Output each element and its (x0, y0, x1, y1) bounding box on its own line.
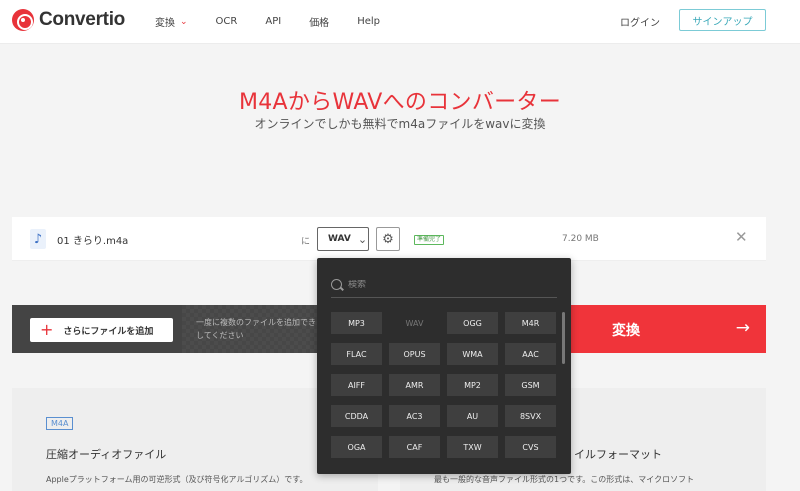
format-option-txw[interactable]: TXW (447, 436, 498, 458)
status-badge: 準備完了 (414, 235, 445, 245)
target-format-select[interactable]: WAV ⌄ (317, 227, 369, 251)
format-option-flac[interactable]: FLAC (331, 343, 382, 365)
nav-item-api[interactable]: API (265, 14, 281, 29)
format-option-aac[interactable]: AAC (505, 343, 556, 365)
nav-item-label: API (265, 16, 282, 27)
format-option-wav[interactable]: WAV (389, 312, 440, 334)
signup-button[interactable]: サインアップ (679, 9, 766, 31)
format-option-aiff[interactable]: AIFF (331, 374, 382, 396)
chevron-down-icon: ⌄ (180, 16, 188, 27)
format-option-amr[interactable]: AMR (389, 374, 440, 396)
target-format-description: 最も一般的な音声ファイル形式の1つです。この形式は、マイクロソフト (434, 475, 695, 484)
format-option-m4r[interactable]: M4R (505, 312, 556, 334)
format-option-oga[interactable]: OGA (331, 436, 382, 458)
format-search (331, 272, 557, 298)
nav-item-pricing[interactable]: 価格 (309, 14, 329, 29)
search-icon (331, 279, 342, 290)
convert-label: 変換 (612, 323, 640, 339)
format-option-mp3[interactable]: MP3 (331, 312, 382, 334)
source-format-title: 圧縮オーディオファイル (46, 448, 167, 461)
nav-item-help[interactable]: Help (357, 14, 380, 29)
format-option-8svx[interactable]: 8SVX (505, 405, 556, 427)
nav-item-ocr[interactable]: OCR (216, 14, 238, 29)
settings-button[interactable]: ⚙ (376, 227, 400, 251)
add-more-files-label: さらにファイルを追加 (63, 326, 154, 337)
nav-item-label: OCR (215, 16, 238, 27)
music-note-icon: ♪ (30, 229, 46, 249)
format-option-cvs[interactable]: CVS (505, 436, 556, 458)
file-size: 7.20 MB (562, 234, 599, 244)
add-more-files-button[interactable]: + さらにファイルを追加 (30, 318, 173, 342)
format-option-ac3[interactable]: AC3 (389, 405, 440, 427)
add-files-hint: 一度に複数のファイルを追加できます してください (196, 318, 332, 340)
top-header: Convertio 変換 ⌄ OCR API 価格 Help ログイン サインア… (0, 0, 800, 44)
logo[interactable]: Convertio (12, 9, 125, 31)
format-option-opus[interactable]: OPUS (389, 343, 440, 365)
file-name: 01 きらり.m4a (57, 236, 129, 247)
dropdown-scrollbar[interactable] (562, 312, 565, 364)
target-format-title: イルフォーマット (574, 448, 662, 461)
format-option-cdda[interactable]: CDDA (331, 405, 382, 427)
to-label: に (301, 237, 311, 247)
login-link[interactable]: ログイン (620, 14, 660, 29)
source-format-description: Appleプラットフォーム用の可逆形式（及び符号化アルゴリズム）です。 (46, 475, 308, 484)
format-option-ogg[interactable]: OGG (447, 312, 498, 334)
chevron-down-icon: ⌄ (357, 232, 368, 246)
convertio-logo-icon (12, 9, 34, 31)
convert-button[interactable]: 変換 → (557, 305, 766, 353)
format-grid: MP3 WAV OGG M4R FLAC OPUS WMA AAC AIFF AMR MP2 GSM C… (331, 312, 556, 458)
format-option-wma[interactable]: WMA (447, 343, 498, 365)
page-title: M4AからWAVへのコンバーター (238, 90, 562, 115)
main-nav: 変換 ⌄ OCR API 価格 Help (155, 14, 408, 29)
format-option-gsm[interactable]: GSM (505, 374, 556, 396)
nav-item-label: Help (357, 16, 380, 27)
arrow-right-icon: → (735, 318, 750, 338)
format-search-input[interactable] (348, 279, 538, 290)
page-subtitle: オンラインでしかも無料でm4aファイルをwavに変換 (254, 117, 546, 131)
format-option-mp2[interactable]: MP2 (447, 374, 498, 396)
format-badge: M4A (46, 417, 74, 430)
nav-item-label: 価格 (309, 18, 330, 29)
nav-item-convert[interactable]: 変換 ⌄ (155, 14, 188, 30)
gear-icon: ⚙ (382, 231, 394, 247)
format-option-caf[interactable]: CAF (389, 436, 440, 458)
format-option-au[interactable]: AU (447, 405, 498, 427)
nav-item-label: 変換 (155, 18, 175, 29)
target-format-value: WAV (328, 234, 351, 244)
plus-icon: + (40, 320, 54, 339)
remove-file-close-icon[interactable]: ✕ (735, 228, 748, 246)
logo-text: Convertio (39, 9, 125, 30)
